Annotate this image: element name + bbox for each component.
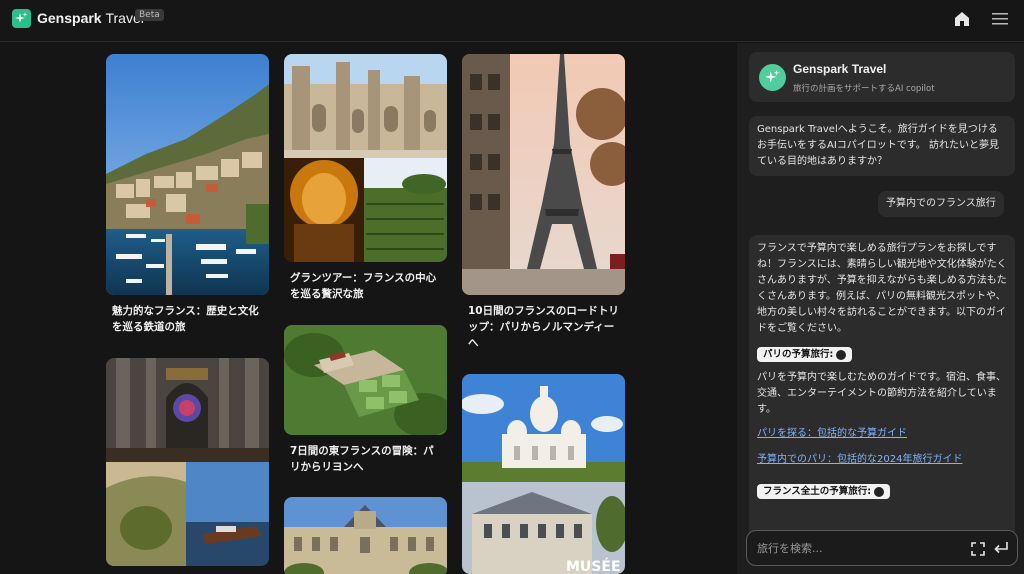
app-title[interactable]: Genspark Travel bbox=[37, 10, 144, 26]
trip-card-image-chateau-aerial[interactable] bbox=[284, 325, 447, 435]
trip-card-image-eiffel[interactable] bbox=[462, 54, 625, 295]
guide-link-paris-2024[interactable]: 予算内でのパリ：包括的な2024年旅行ガイド bbox=[757, 452, 1007, 468]
chat-bubble-icon bbox=[836, 349, 847, 360]
top-header: Genspark Travel Beta bbox=[0, 0, 1024, 42]
hamburger-menu-icon bbox=[992, 13, 1008, 25]
hamburger-menu-button[interactable] bbox=[990, 9, 1010, 29]
copilot-header-card: Genspark Travel 旅行の計画をサポートするAI copilot bbox=[749, 52, 1015, 102]
expand-button[interactable] bbox=[971, 541, 985, 556]
assistant-reply-message: フランスで予算内で楽しめる旅行プランをお探しですね！フランスには、素晴らしい観光… bbox=[749, 235, 1015, 535]
enter-return-icon bbox=[994, 542, 1008, 554]
france-budget-tag[interactable]: フランス全土の予算旅行: bbox=[757, 484, 891, 499]
search-box bbox=[746, 530, 1018, 566]
copilot-panel: Genspark Travel 旅行の計画をサポートするAI copilot G… bbox=[737, 43, 1024, 574]
app-name: Genspark bbox=[37, 10, 102, 26]
reply-intro-text: フランスで予算内で楽しめる旅行プランをお探しですね！フランスには、素晴らしい観光… bbox=[757, 243, 1007, 334]
assistant-welcome-message: Genspark Travelへようこそ。旅行ガイドを見つけるお手伝いをするAI… bbox=[749, 116, 1015, 176]
trip-card-caption[interactable]: 魅力的なフランス：歴史と文化を巡る鉄道の旅 bbox=[106, 303, 269, 335]
trip-card[interactable]: 10日間のフランスのロードトリップ：パリからノルマンディーへ bbox=[462, 54, 625, 351]
trip-card-image-palace-cellar[interactable] bbox=[284, 54, 447, 262]
trip-card-caption[interactable]: グランツアー：フランスの中心を巡る贅沢な旅 bbox=[284, 270, 447, 302]
trip-card-caption[interactable]: 7日間の東フランスの冒険：パリからリヨンへ bbox=[284, 443, 447, 475]
expand-icon bbox=[971, 542, 985, 556]
home-button[interactable] bbox=[952, 9, 972, 29]
paris-budget-tag-label: パリの予算旅行: bbox=[763, 349, 834, 360]
trip-card[interactable]: MUSÉE bbox=[462, 374, 625, 574]
trip-card-image-monaco[interactable] bbox=[106, 54, 269, 295]
copilot-avatar bbox=[759, 64, 786, 91]
paris-budget-tag[interactable]: パリの予算旅行: bbox=[757, 347, 853, 362]
user-message: 予算内でのフランス旅行 bbox=[878, 191, 1004, 217]
search-input[interactable] bbox=[757, 539, 957, 557]
trip-card[interactable]: 7日間の東フランスの冒険：パリからリヨンへ bbox=[284, 325, 447, 475]
trip-card-image-luxembourg-palace[interactable] bbox=[284, 497, 447, 574]
trip-card-caption[interactable]: 10日間のフランスのロードトリップ：パリからノルマンディーへ bbox=[462, 303, 625, 351]
trip-card[interactable]: グランツアー：フランスの中心を巡る贅沢な旅 bbox=[284, 54, 447, 302]
trip-card[interactable] bbox=[284, 497, 447, 574]
copilot-name: Genspark Travel bbox=[793, 62, 887, 76]
beta-badge: Beta bbox=[135, 9, 164, 21]
chat-bubble-icon bbox=[874, 486, 885, 497]
sparkle-icon bbox=[765, 70, 780, 83]
trip-gallery: 魅力的なフランス：歴史と文化を巡る鉄道の旅 グランツアー：フランスの中心を巡る贅… bbox=[0, 43, 737, 574]
guide-link-paris-budget[interactable]: パリを探る：包括的な予算ガイド bbox=[757, 426, 1007, 442]
trip-card-image-cathedral[interactable] bbox=[106, 358, 269, 566]
france-budget-tag-label: フランス全土の予算旅行: bbox=[763, 486, 872, 497]
trip-card-image-sacre-coeur[interactable]: MUSÉE bbox=[462, 374, 625, 574]
trip-card[interactable] bbox=[106, 358, 269, 566]
sparkle-logo-icon[interactable] bbox=[12, 9, 31, 28]
home-icon bbox=[955, 12, 969, 26]
musee-sign-text: MUSÉE bbox=[566, 558, 621, 574]
trip-card[interactable]: 魅力的なフランス：歴史と文化を巡る鉄道の旅 bbox=[106, 54, 269, 335]
copilot-subtitle: 旅行の計画をサポートするAI copilot bbox=[793, 84, 935, 94]
submit-button[interactable] bbox=[993, 540, 1009, 556]
paris-description: パリを予算内で楽しむためのガイドです。宿泊、食事、交通、エンターテイメントの節約… bbox=[757, 372, 1006, 415]
